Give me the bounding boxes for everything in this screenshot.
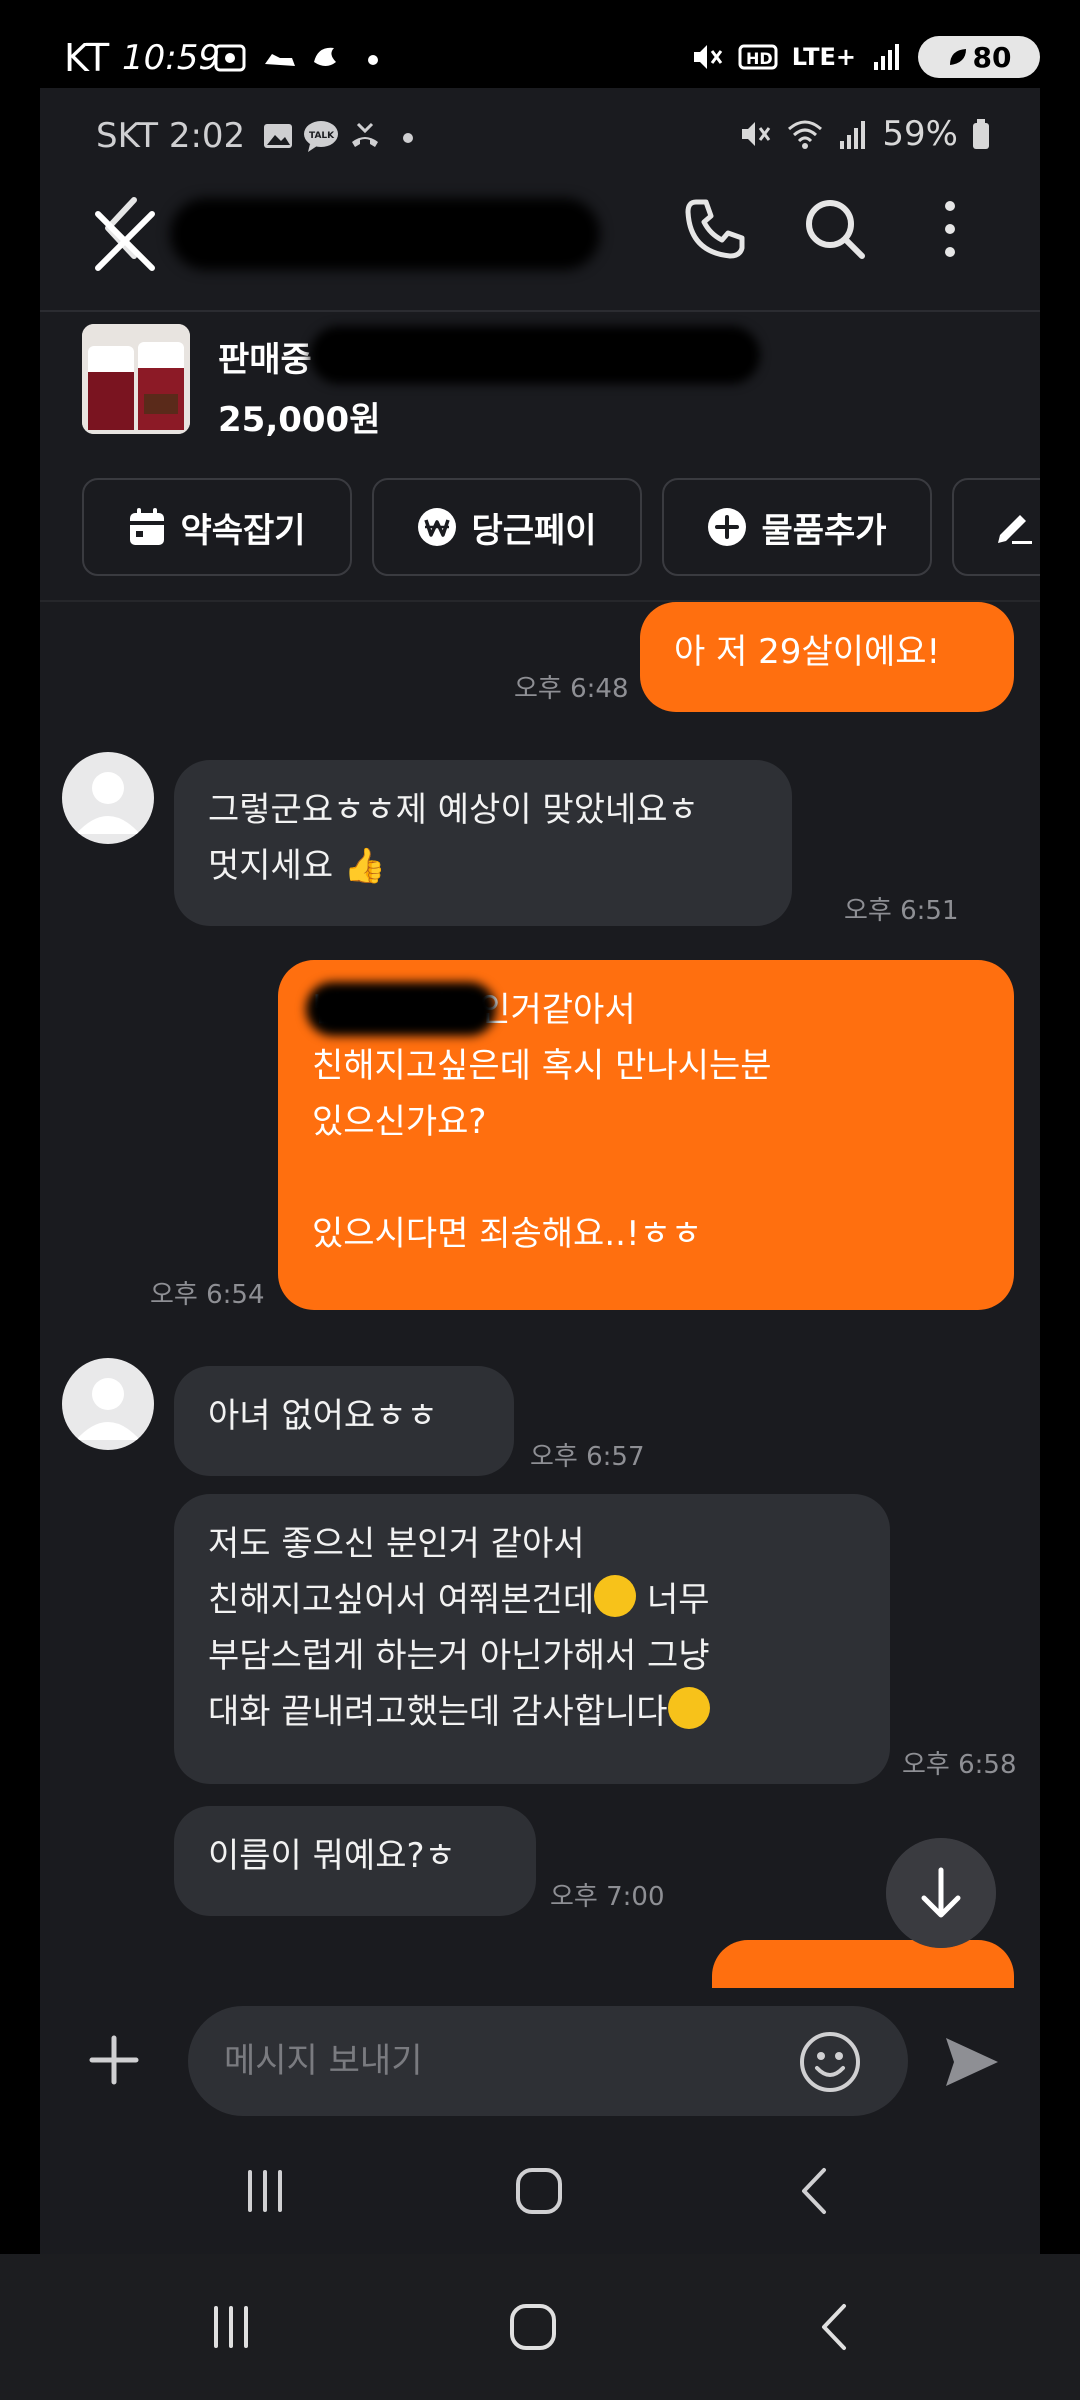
avatar[interactable] bbox=[62, 1358, 154, 1450]
status-icons: HD LTE+ 80 bbox=[690, 32, 1040, 82]
plus-circle-icon bbox=[708, 508, 747, 546]
laughing-face-emoji-icon bbox=[667, 1687, 710, 1729]
leaf-icon bbox=[949, 49, 966, 65]
plus-icon[interactable] bbox=[84, 2030, 144, 2090]
product-info-bar[interactable]: 판매중 25,000원 bbox=[40, 310, 1040, 486]
inner-navigation-bar bbox=[40, 2128, 1040, 2254]
message-time: 오후 6:48 bbox=[514, 674, 629, 704]
shoe-icon bbox=[265, 54, 295, 66]
emoji-icon[interactable] bbox=[798, 2030, 862, 2094]
pay-button[interactable]: 당근페이 bbox=[372, 478, 642, 576]
back-nav-icon[interactable] bbox=[800, 2292, 870, 2362]
screenshot-icon bbox=[214, 44, 246, 72]
talk-icon: TALK bbox=[304, 121, 338, 152]
recent-apps-icon[interactable] bbox=[230, 2156, 300, 2226]
message-time: 오후 6:57 bbox=[530, 1442, 645, 1472]
edit-button[interactable] bbox=[952, 478, 1040, 576]
pay-label: 당근페이 bbox=[471, 510, 597, 551]
scroll-to-bottom-button[interactable] bbox=[886, 1838, 996, 1948]
product-thumbnail[interactable] bbox=[82, 324, 190, 434]
message-time: 오후 7:00 bbox=[550, 1882, 665, 1912]
dot-icon bbox=[368, 55, 378, 65]
svg-text:TALK: TALK bbox=[309, 131, 335, 141]
message-bubble-received[interactable]: 그렇군요ㅎㅎ제 예상이 맞았네요ㅎ 멋지세요 👍 bbox=[174, 760, 792, 926]
missed-call-icon bbox=[352, 122, 378, 147]
action-button-row: 약속잡기 당근페이 물품추가 bbox=[40, 478, 1040, 578]
home-icon[interactable] bbox=[498, 2292, 568, 2362]
message-bubble-received[interactable]: 아녀 없어요ㅎㅎ bbox=[174, 1366, 514, 1476]
mute-icon bbox=[742, 122, 771, 146]
battery-indicator: 80 bbox=[918, 36, 1040, 78]
recent-apps-icon[interactable] bbox=[196, 2292, 266, 2362]
message-time: 오후 6:54 bbox=[150, 1280, 265, 1310]
network-type: LTE+ bbox=[791, 43, 856, 71]
clock: 10:59 bbox=[122, 38, 220, 78]
search-icon[interactable] bbox=[800, 194, 870, 264]
home-icon[interactable] bbox=[504, 2156, 574, 2226]
message-time: 오후 6:58 bbox=[902, 1750, 1017, 1780]
battery-icon bbox=[973, 119, 989, 149]
app-icon bbox=[314, 47, 336, 66]
product-price: 25,000원 bbox=[218, 400, 381, 440]
appointment-button[interactable]: 약속잡기 bbox=[82, 478, 352, 576]
redacted-product-title bbox=[310, 326, 760, 384]
message-bubble-sent[interactable]: 아 저 29살이에요! bbox=[640, 602, 1014, 712]
inner-status-icons: 59% bbox=[738, 114, 990, 154]
default-avatar-icon bbox=[76, 772, 140, 834]
close-icon[interactable] bbox=[90, 206, 160, 276]
svg-text:HD: HD bbox=[746, 49, 773, 68]
wifi-icon bbox=[788, 120, 823, 149]
battery-level: 80 bbox=[972, 40, 1012, 74]
won-icon bbox=[418, 508, 457, 546]
back-nav-icon[interactable] bbox=[780, 2156, 850, 2226]
signal-icon bbox=[840, 121, 866, 149]
message-time: 오후 6:51 bbox=[844, 896, 959, 926]
message-text: 그렇군요ㅎㅎ제 예상이 맞았네요ㅎ 멋지세요 👍 bbox=[208, 790, 699, 886]
product-status: 판매중 bbox=[218, 340, 312, 380]
pencil-icon bbox=[998, 515, 1032, 544]
default-avatar-icon bbox=[76, 1378, 140, 1440]
message-bubble-sent-partial[interactable] bbox=[712, 1940, 1014, 1990]
redacted-name bbox=[170, 198, 600, 270]
shushing-face-emoji-icon bbox=[594, 1575, 637, 1617]
chat-screen: SKT 2:02 TALK 59% 판매중 25,000원 약속잡기 당근페이 … bbox=[40, 88, 1040, 2254]
more-options-icon[interactable] bbox=[930, 194, 970, 264]
message-bubble-received[interactable]: 저도 좋으신 분인거 같아서 친해지고싶어서 여쭤본건데 너무 부담스럽게 하는… bbox=[174, 1494, 890, 1784]
message-text: 저도 좋으신 분인거 같아서 친해지고싶어서 여쭤본건데 bbox=[208, 1524, 595, 1620]
message-composer bbox=[40, 1988, 1040, 2128]
hd-icon: HD bbox=[738, 44, 778, 70]
send-icon[interactable] bbox=[940, 2030, 1004, 2094]
inner-battery-level: 59% bbox=[882, 114, 958, 154]
outer-status-bar: KT 10:59 HD LTE+ 80 bbox=[0, 0, 1080, 92]
carrier-label: KT bbox=[64, 36, 110, 80]
inner-status-bar: SKT 2:02 TALK 59% bbox=[40, 88, 1040, 184]
avatar[interactable] bbox=[62, 752, 154, 844]
calendar-icon bbox=[130, 508, 165, 545]
redacted-name bbox=[306, 982, 496, 1036]
dot-icon bbox=[403, 133, 413, 143]
message-bubble-received[interactable]: 이름이 뭐예요?ㅎ bbox=[174, 1806, 536, 1916]
gallery-icon bbox=[264, 124, 292, 148]
add-item-label: 물품추가 bbox=[761, 510, 887, 551]
outer-navigation-bar bbox=[0, 2254, 1080, 2400]
message-list[interactable]: 아 저 29살이에요! 오후 6:48 그렇군요ㅎㅎ제 예상이 맞았네요ㅎ 멋지… bbox=[40, 600, 1040, 1990]
mute-icon bbox=[693, 45, 722, 69]
add-item-button[interactable]: 물품추가 bbox=[662, 478, 932, 576]
phone-icon[interactable] bbox=[680, 194, 750, 264]
inner-clock: SKT 2:02 bbox=[96, 116, 246, 156]
product-image bbox=[82, 324, 190, 434]
appointment-label: 약속잡기 bbox=[180, 510, 306, 551]
signal-icon bbox=[874, 44, 899, 70]
